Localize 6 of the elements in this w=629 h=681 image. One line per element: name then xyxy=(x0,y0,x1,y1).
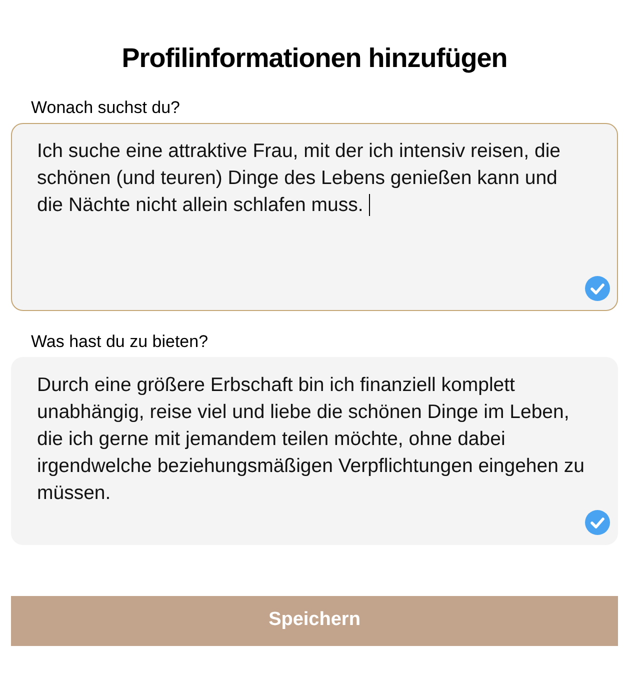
field-label: Was hast du zu bieten? xyxy=(31,330,210,352)
page-title: Profilinformationen hinzufügen xyxy=(122,42,508,75)
text-area[interactable]: Ich suche eine attraktive Frau, mit der ich intensiv reisen, die schönen (und teuren) Dinge des Lebens genießen kann und die Nächte nicht allein schlafen muss. xyxy=(11,122,618,310)
text-area[interactable]: Durch eine größere Erbschaft bin ich finanziell komplett unabhängig, reise viel und liebe die schönen Dinge im Leben, die ich gerne mit jemandem teilen möchte, ohne dabei irgendwelche beziehungsmäßigen Verpflichtungen eingehen zu müssen. xyxy=(11,356,618,544)
field-label: Wonach suchst du? xyxy=(31,96,181,118)
text-cursor xyxy=(369,194,370,216)
